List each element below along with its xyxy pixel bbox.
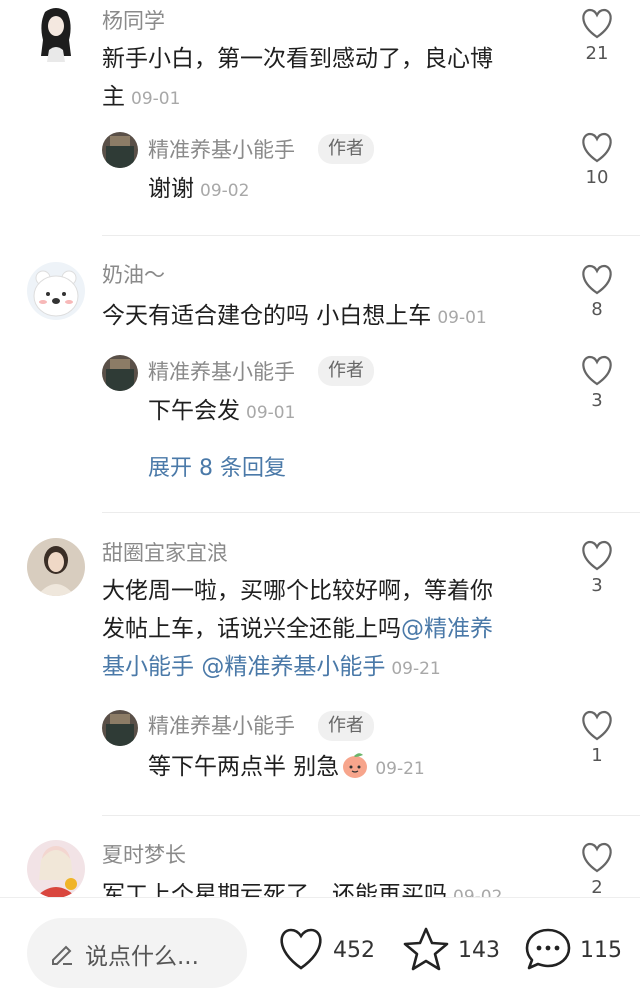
reply-time: 09-02 bbox=[200, 181, 250, 201]
author-badge: 作者 bbox=[318, 711, 374, 741]
avatar[interactable] bbox=[27, 4, 85, 62]
reply-text: 谢谢 09-02 bbox=[148, 170, 548, 210]
comment-text: 今天有适合建仓的吗 小白想上车 09-01 bbox=[102, 297, 562, 337]
comment-time: 09-21 bbox=[391, 659, 441, 679]
reply-author[interactable]: 精准养基小能手 bbox=[148, 359, 295, 385]
avatar[interactable] bbox=[102, 710, 138, 746]
reply-text-content: 谢谢 bbox=[148, 176, 194, 202]
avatar[interactable] bbox=[27, 538, 85, 596]
comment-text-line: 新手小白，第一次看到感动了，良心博 bbox=[102, 46, 493, 72]
like-count: 21 bbox=[585, 43, 609, 64]
comment-author[interactable]: 杨同学 bbox=[102, 8, 165, 34]
divider bbox=[102, 235, 640, 236]
comment-like-button[interactable]: 21 bbox=[567, 8, 627, 64]
author-badge: 作者 bbox=[318, 134, 374, 164]
reply-text: 下午会发 09-01 bbox=[148, 392, 548, 432]
reply-author[interactable]: 精准养基小能手 bbox=[148, 713, 295, 739]
like-count: 3 bbox=[591, 390, 603, 411]
reply-time: 09-01 bbox=[246, 403, 296, 423]
divider bbox=[102, 815, 640, 816]
comment-author[interactable]: 奶油～ bbox=[102, 262, 165, 288]
heart-outline-icon bbox=[582, 132, 612, 163]
comment-input[interactable]: 说点什么... bbox=[27, 918, 247, 988]
reply-text-content: 下午会发 bbox=[148, 398, 240, 424]
like-count: 3 bbox=[591, 575, 603, 596]
chat-bubble-icon bbox=[525, 928, 571, 970]
avatar[interactable] bbox=[27, 840, 85, 897]
reply-like-button[interactable]: 3 bbox=[567, 355, 627, 411]
comment-count: 115 bbox=[580, 938, 622, 963]
comment-text: 大佬周一啦，买哪个比较好啊，等着你 发帖上车，话说兴全还能上吗@精准养 基小能手… bbox=[102, 572, 562, 688]
like-count: 1 bbox=[591, 745, 603, 766]
comment-time: 09-02 bbox=[453, 887, 503, 897]
expand-replies-link[interactable]: 展开 8 条回复 bbox=[148, 450, 286, 482]
favorite-button[interactable]: 143 bbox=[402, 926, 502, 978]
comment-like-button[interactable]: 3 bbox=[567, 540, 627, 596]
reply-text-content: 等下午两点半 别急 bbox=[148, 754, 340, 780]
comment-like-button[interactable]: 2 bbox=[567, 842, 627, 897]
comment-text-line: 军工上个星期亏死了，还能再买吗 bbox=[102, 882, 447, 897]
author-badge: 作者 bbox=[318, 356, 374, 386]
comment-text-line: 大佬周一啦，买哪个比较好啊，等着你 bbox=[102, 578, 493, 604]
mention-link[interactable]: @精准养 bbox=[401, 616, 493, 642]
like-count: 10 bbox=[585, 167, 609, 188]
input-placeholder: 说点什么... bbox=[85, 944, 199, 970]
like-count: 452 bbox=[333, 938, 375, 963]
reply-author[interactable]: 精准养基小能手 bbox=[148, 137, 295, 163]
comment-author[interactable]: 夏时梦长 bbox=[102, 842, 186, 868]
favorite-count: 143 bbox=[458, 938, 500, 963]
comment-time: 09-01 bbox=[437, 308, 487, 328]
comment-like-button[interactable]: 8 bbox=[567, 264, 627, 320]
comment-time: 09-01 bbox=[131, 89, 181, 109]
heart-outline-icon bbox=[582, 264, 612, 295]
like-button[interactable]: 452 bbox=[277, 926, 377, 978]
reply-text: 等下午两点半 别急 09-21 bbox=[148, 748, 548, 791]
avatar[interactable] bbox=[27, 262, 85, 320]
heart-outline-icon bbox=[582, 355, 612, 386]
heart-outline-icon bbox=[582, 710, 612, 741]
heart-outline-icon bbox=[582, 540, 612, 571]
like-count: 2 bbox=[591, 877, 603, 898]
comment-text-line: 主 bbox=[102, 84, 125, 110]
comment-text-line: 发帖上车，话说兴全还能上吗 bbox=[102, 616, 401, 642]
avatar[interactable] bbox=[102, 132, 138, 168]
mention-link[interactable]: @精准养基小能手 bbox=[201, 654, 385, 680]
bottom-action-bar: 说点什么... 452 143 115 bbox=[0, 897, 640, 1004]
heart-outline-icon bbox=[280, 928, 322, 970]
heart-outline-icon bbox=[582, 842, 612, 873]
reply-like-button[interactable]: 10 bbox=[567, 132, 627, 188]
peach-emoji-icon bbox=[341, 751, 369, 791]
reply-time: 09-21 bbox=[375, 759, 425, 779]
reply-like-button[interactable]: 1 bbox=[567, 710, 627, 766]
avatar[interactable] bbox=[102, 355, 138, 391]
heart-outline-icon bbox=[582, 8, 612, 39]
star-outline-icon bbox=[403, 927, 449, 971]
like-count: 8 bbox=[591, 299, 603, 320]
mention-link[interactable]: 基小能手 bbox=[102, 654, 194, 680]
comment-text-line: 今天有适合建仓的吗 小白想上车 bbox=[102, 303, 432, 329]
comment-button[interactable]: 115 bbox=[524, 926, 624, 978]
comment-list[interactable]: 杨同学 新手小白，第一次看到感动了，良心博 主 09-01 21 精准养基小能手 … bbox=[0, 0, 640, 897]
divider bbox=[102, 512, 640, 513]
comment-author[interactable]: 甜圈宜家宜浪 bbox=[102, 540, 228, 566]
pencil-icon bbox=[49, 940, 75, 970]
comment-text: 新手小白，第一次看到感动了，良心博 主 09-01 bbox=[102, 40, 562, 118]
comment-text: 军工上个星期亏死了，还能再买吗 09-02 bbox=[102, 876, 562, 897]
